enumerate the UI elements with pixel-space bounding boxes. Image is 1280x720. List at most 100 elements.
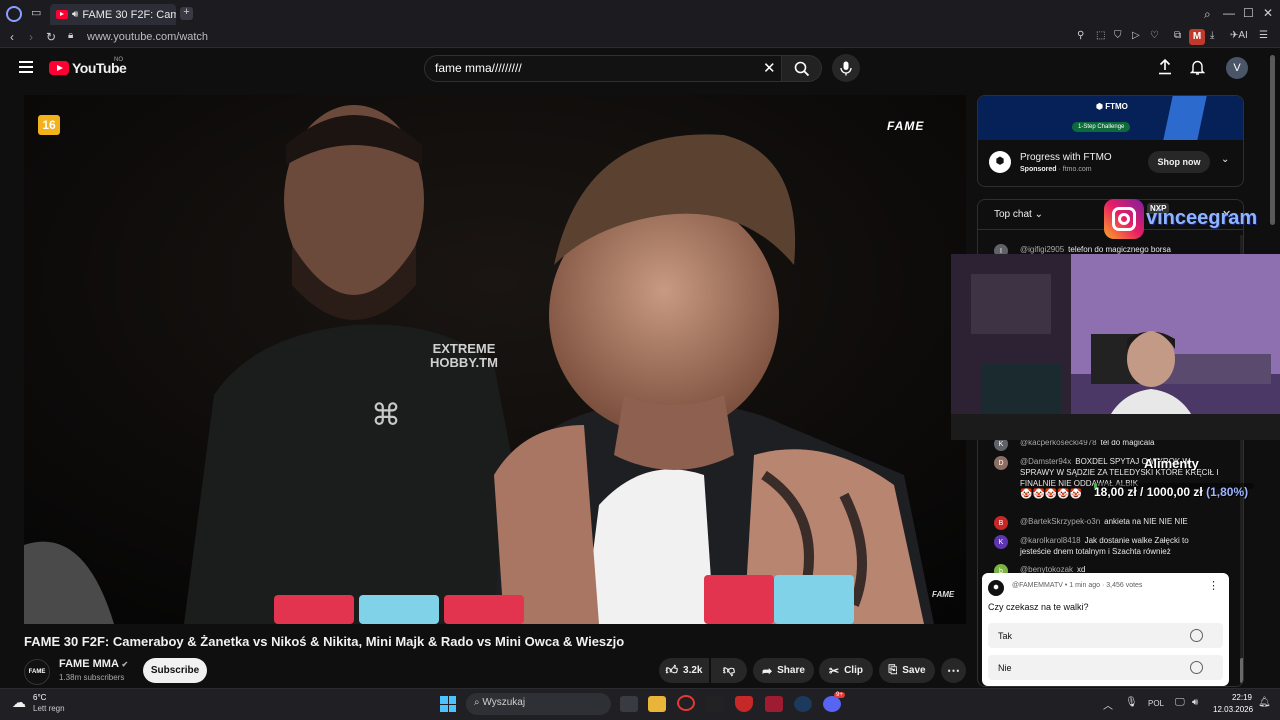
- opera-logo-icon[interactable]: [6, 6, 22, 22]
- page-scrollbar-thumb[interactable]: [1270, 55, 1275, 225]
- voice-search-button[interactable]: [832, 54, 860, 82]
- goal-label: Alimenty: [1144, 456, 1199, 471]
- share-icon: ➦: [762, 663, 773, 678]
- maximize-button[interactable]: ☐: [1243, 7, 1254, 19]
- new-tab-button[interactable]: +: [180, 7, 193, 20]
- shop-now-button[interactable]: Shop now: [1148, 151, 1210, 173]
- notifications-button[interactable]: [1189, 59, 1206, 81]
- create-button[interactable]: [1158, 58, 1172, 80]
- search-input[interactable]: fame mma/////////: [424, 55, 782, 82]
- fame-watermark: FAME: [887, 119, 925, 133]
- chevron-down-icon[interactable]: ⌄: [1221, 154, 1229, 165]
- chevron-up-icon[interactable]: ︿: [1103, 697, 1113, 712]
- app-icon[interactable]: [706, 696, 724, 712]
- channel-name[interactable]: FAME MMA ✔: [59, 658, 128, 670]
- volume-icon[interactable]: 🔊︎: [1192, 697, 1198, 708]
- minimize-button[interactable]: —: [1223, 7, 1235, 19]
- chat-scrollbar-thumb[interactable]: [1240, 658, 1243, 683]
- discord-icon[interactable]: [823, 696, 841, 712]
- language-indicator[interactable]: POL: [1148, 699, 1164, 708]
- weather-icon[interactable]: ☁: [12, 694, 26, 711]
- share-button[interactable]: ➦ Share: [753, 658, 814, 683]
- notifications-center-icon[interactable]: 🔔︎: [1258, 697, 1271, 708]
- more-actions-button[interactable]: ⋯: [941, 658, 966, 683]
- reload-icon[interactable]: ↻: [46, 31, 56, 43]
- poll-option-label: Tak: [998, 630, 1013, 641]
- network-icon[interactable]: 🖵︎: [1175, 697, 1185, 708]
- save-button[interactable]: ⎘ Save: [879, 658, 935, 683]
- thumbs-up-icon: 👍︎: [665, 663, 679, 677]
- age-rating-badge: 16: [38, 115, 60, 135]
- poll-option[interactable]: Nie: [988, 655, 1223, 680]
- dislike-button[interactable]: 👎︎: [711, 658, 747, 683]
- url-field[interactable]: www.youtube.com/watch: [87, 31, 208, 43]
- chat-avatar: K: [994, 535, 1008, 549]
- search-tabs-icon[interactable]: ⌕: [1204, 8, 1211, 20]
- channel-avatar[interactable]: FAME: [24, 659, 50, 685]
- chat-mode-selector[interactable]: Top chat ⌄: [994, 209, 1043, 220]
- goal-amount: 18,00 zł / 1000,00 zł (1,80%): [1094, 485, 1249, 499]
- subscribe-button[interactable]: Subscribe: [143, 658, 207, 683]
- save-label: Save: [902, 665, 926, 676]
- clip-label: Clip: [844, 665, 863, 676]
- chat-author: @Damster94x: [1020, 457, 1072, 466]
- weather-temp[interactable]: 6°C: [33, 693, 46, 702]
- like-button[interactable]: 👍︎ 3.2k: [659, 658, 709, 683]
- chat-mode-label: Top chat: [994, 209, 1032, 220]
- chat-avatar: D: [994, 456, 1008, 470]
- profile-badge[interactable]: M: [1189, 29, 1205, 45]
- forward-icon[interactable]: ›: [29, 31, 33, 43]
- clip-button[interactable]: ✂ Clip: [819, 658, 873, 683]
- shield-icon[interactable]: ⛉: [1114, 31, 1122, 41]
- clock-date[interactable]: 12.03.2026: [1213, 705, 1253, 714]
- clock-time[interactable]: 22:19: [1230, 693, 1252, 702]
- windows-start-icon[interactable]: [440, 696, 456, 712]
- heart-icon[interactable]: ♡: [1150, 31, 1159, 41]
- extensions-icon[interactable]: ⧉: [1174, 31, 1181, 41]
- instagram-icon: [1104, 199, 1144, 239]
- weather-desc: Lett regn: [33, 704, 65, 713]
- back-icon[interactable]: ‹: [10, 31, 14, 43]
- speaker-icon[interactable]: 🔊︎: [72, 9, 78, 20]
- hamburger-menu-icon[interactable]: [19, 61, 33, 73]
- task-view-icon[interactable]: [620, 696, 638, 712]
- workspaces-icon[interactable]: ▭: [31, 8, 41, 19]
- snapshot-icon[interactable]: ⬚: [1096, 31, 1105, 41]
- search-button[interactable]: [782, 55, 822, 82]
- opera-gx-icon[interactable]: [677, 695, 695, 711]
- pin-icon[interactable]: ⚲: [1077, 31, 1084, 41]
- file-explorer-icon[interactable]: [648, 696, 666, 712]
- poll-menu-icon[interactable]: ⋮: [1208, 579, 1219, 592]
- svg-text:HOBBY.TM: HOBBY.TM: [430, 355, 498, 370]
- video-player[interactable]: EXTREME HOBBY.TM ⌘ 16 FAME FAME: [24, 95, 966, 624]
- player-icon[interactable]: ▷: [1132, 31, 1140, 41]
- clear-search-icon[interactable]: ✕: [763, 59, 776, 77]
- poll-option[interactable]: Tak: [988, 623, 1223, 648]
- microphone-icon[interactable]: 🎙︎: [1125, 697, 1138, 708]
- chat-text: telefon do magicznego borsa: [1068, 245, 1171, 254]
- fame-watermark-small: FAME: [932, 590, 955, 599]
- ad-banner-brand: ⬢ FTMO: [1096, 102, 1128, 111]
- chat-message: K @karolkarol8418 Jak dostanie walke Załę…: [992, 535, 1232, 557]
- webcam-overlay: [951, 254, 1280, 440]
- account-avatar[interactable]: V: [1226, 57, 1248, 79]
- download-icon[interactable]: ⤓: [1210, 31, 1214, 41]
- subscriber-count: 1.38m subscribers: [59, 673, 125, 682]
- chat-author: @igifigi2905: [1020, 245, 1065, 254]
- poll-question: Czy czekasz na te walki?: [988, 602, 1089, 612]
- ad-banner[interactable]: ⬢ FTMO 1-Step Challenge: [978, 96, 1243, 140]
- ad-logo-icon: ⬢: [989, 151, 1011, 173]
- bookmark-icon: ⎘: [888, 664, 898, 676]
- search-icon: ⌕: [474, 697, 480, 708]
- webcam-frame: [951, 254, 1280, 440]
- tab-youtube[interactable]: 🔊︎ FAME 30 F2F: Camera: [50, 4, 176, 25]
- youtube-logo-icon[interactable]: [49, 61, 69, 75]
- easy-setup-icon[interactable]: ☰: [1259, 31, 1268, 41]
- region-code: NO: [114, 57, 123, 63]
- aria-ai-button[interactable]: ✈AI: [1230, 31, 1248, 41]
- steam-icon[interactable]: [794, 696, 812, 712]
- close-window-button[interactable]: ✕: [1263, 7, 1273, 19]
- taskbar-search[interactable]: ⌕ Wyszukaj: [466, 693, 611, 715]
- ad-card[interactable]: ⬢ FTMO 1-Step Challenge ⬢ Progress with …: [977, 95, 1244, 187]
- app-icon[interactable]: [765, 696, 783, 712]
